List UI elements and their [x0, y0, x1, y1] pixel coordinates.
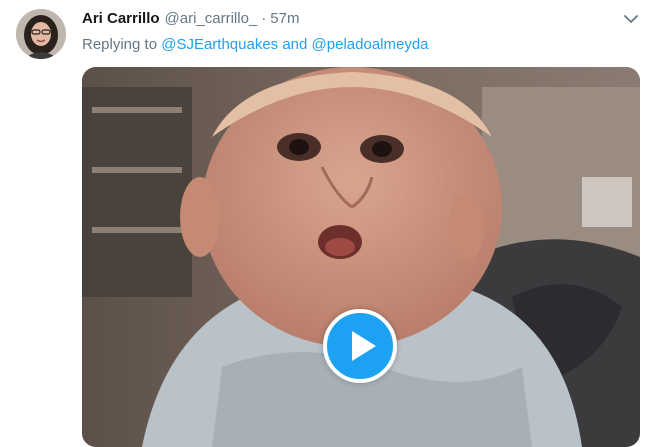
tweet-header: Ari Carrillo @ari_carrillo_ · 57m: [82, 9, 299, 29]
tweet: Ari Carrillo @ari_carrillo_ · 57m Replyi…: [0, 0, 656, 447]
author-name[interactable]: Ari Carrillo: [82, 9, 160, 29]
reply-prefix: Replying to: [82, 36, 158, 53]
tweet-menu-button[interactable]: [622, 10, 640, 28]
mention-link-sjearthquakes[interactable]: @SJEarthquakes: [161, 36, 278, 53]
play-icon: [352, 331, 376, 361]
chevron-down-icon: [624, 15, 638, 23]
mention-link-peladoalmeyda[interactable]: @peladoalmeyda: [312, 36, 429, 53]
avatar[interactable]: [16, 9, 66, 59]
avatar-image: [16, 9, 66, 59]
author-handle[interactable]: @ari_carrillo_: [165, 9, 258, 29]
separator-dot: ·: [261, 10, 267, 27]
video-thumbnail[interactable]: [82, 67, 640, 447]
video-preview-image: [82, 67, 640, 447]
timestamp[interactable]: 57m: [270, 9, 299, 29]
play-button[interactable]: [323, 309, 397, 383]
reply-context: Replying to @SJEarthquakes and @peladoal…: [82, 35, 429, 55]
reply-and-text[interactable]: and: [282, 36, 307, 53]
